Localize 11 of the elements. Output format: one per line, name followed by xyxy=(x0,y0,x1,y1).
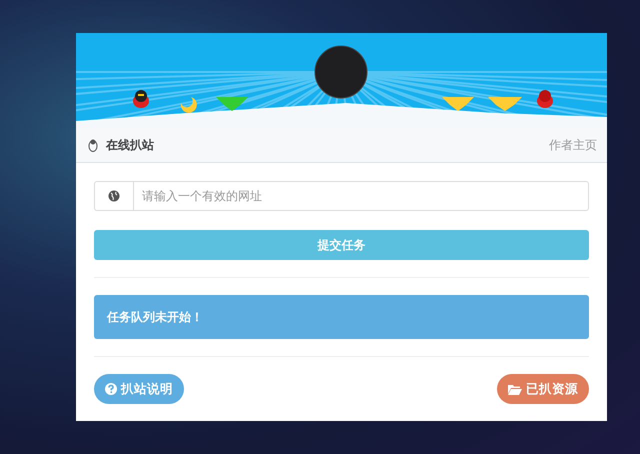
help-button[interactable]: 扒站说明 xyxy=(94,374,184,404)
author-link[interactable]: 作者主页 xyxy=(549,136,597,154)
globe-icon xyxy=(108,190,120,202)
folder-icon xyxy=(508,384,522,394)
question-icon xyxy=(105,383,117,395)
url-field[interactable]: 请输入一个有效的网址 xyxy=(133,181,589,211)
penguin-icon xyxy=(88,138,98,152)
submit-button[interactable]: 提交任务 xyxy=(94,230,589,260)
resources-button[interactable]: 已扒资源 xyxy=(497,374,589,404)
panel-title: 在线扒站 xyxy=(106,137,154,154)
status-message: 任务队列未开始！ xyxy=(94,295,589,339)
